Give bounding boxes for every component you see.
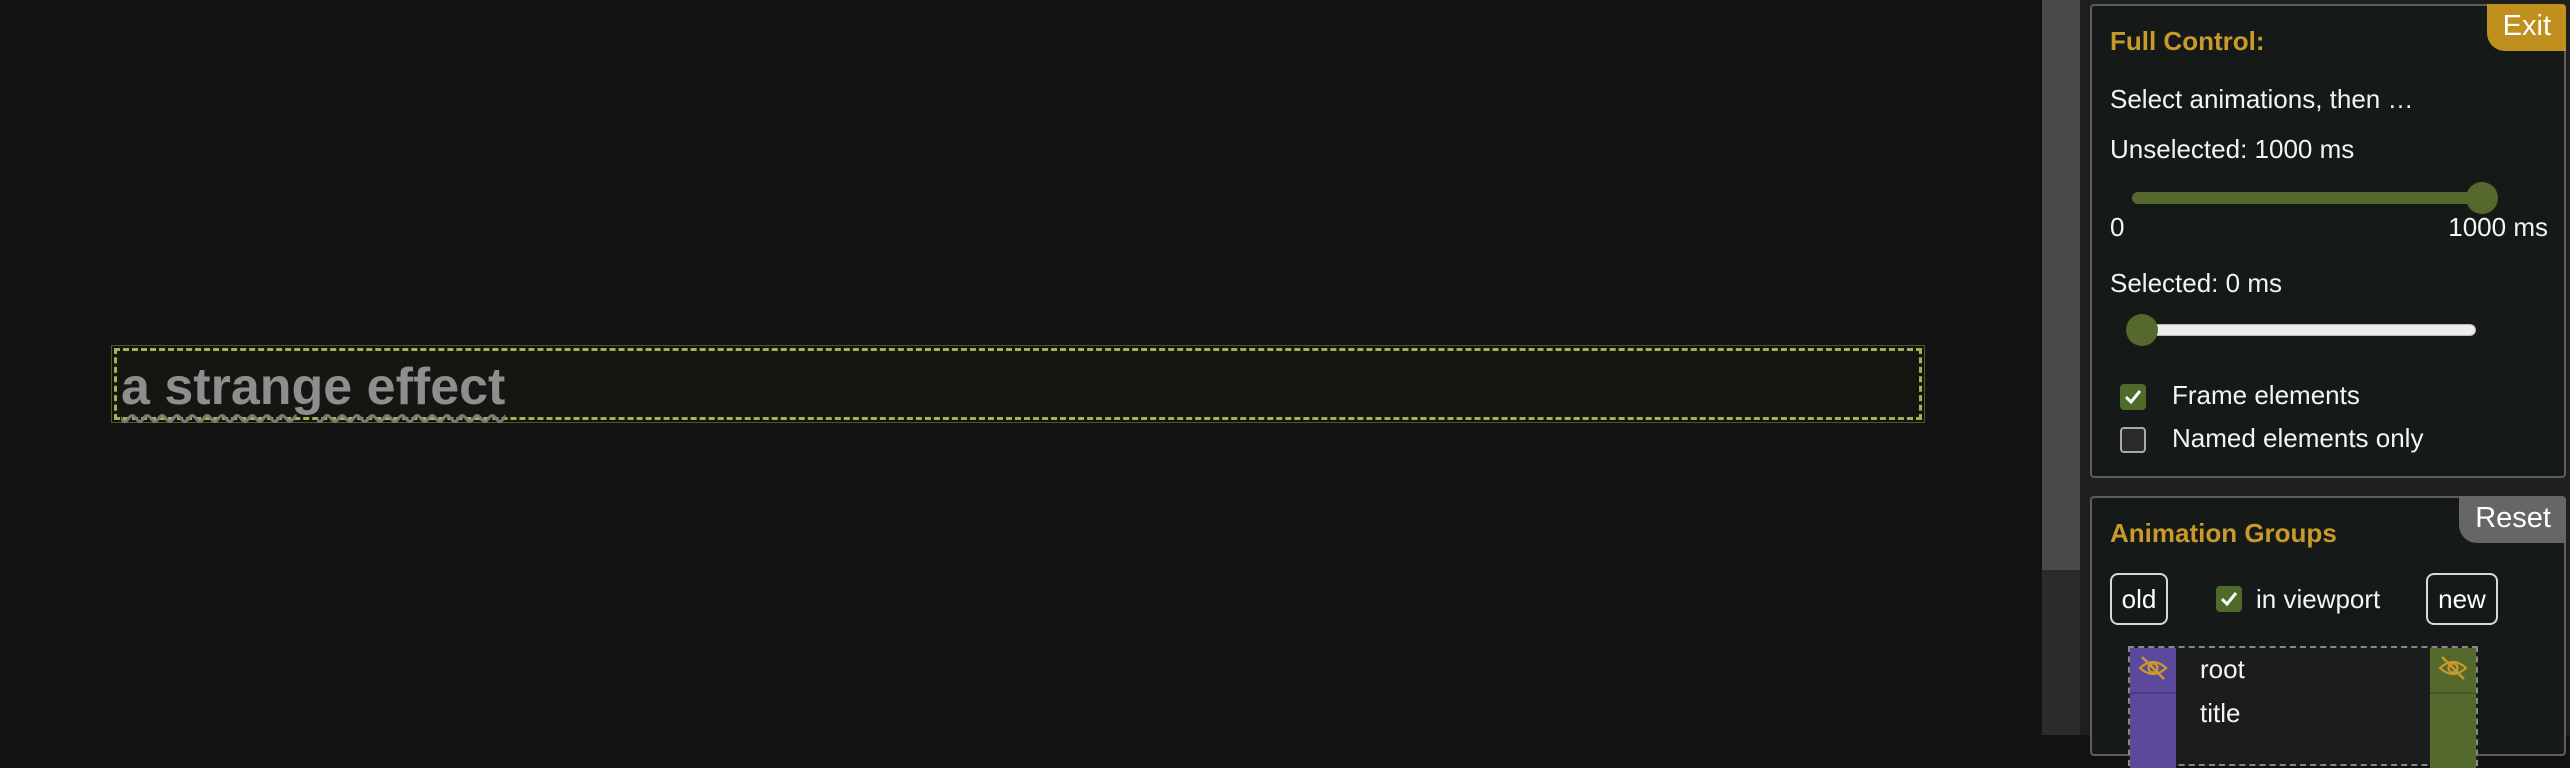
unselected-slider-thumb[interactable] <box>2466 182 2498 214</box>
new-button[interactable]: new <box>2426 573 2498 625</box>
row-divider <box>2130 692 2176 694</box>
selected-slider-thumb[interactable] <box>2126 314 2158 346</box>
headline-frame: a strange effect <box>111 345 1925 423</box>
new-visibility-column <box>2430 648 2476 768</box>
old-visibility-column <box>2130 648 2176 768</box>
row-divider <box>2430 692 2476 694</box>
scrollbar-thumb[interactable] <box>2042 0 2080 570</box>
animation-groups-title: Animation Groups <box>2110 518 2337 548</box>
frame-elements-label: Frame elements <box>2172 380 2360 410</box>
group-item-root[interactable]: root <box>2200 654 2245 685</box>
full-control-title: Full Control: <box>2110 26 2265 56</box>
group-item-title[interactable]: title <box>2200 698 2240 729</box>
eye-hidden-icon[interactable] <box>2437 654 2469 682</box>
frame-elements-checkbox[interactable] <box>2120 384 2146 410</box>
in-viewport-label: in viewport <box>2256 584 2381 614</box>
in-viewport-checkbox[interactable] <box>2216 586 2242 612</box>
page-scrollbar[interactable] <box>2042 0 2080 735</box>
unselected-duration-label: Unselected: 1000 ms <box>2110 134 2355 164</box>
old-button[interactable]: old <box>2110 573 2168 625</box>
selected-duration-label: Selected: 0 ms <box>2110 268 2282 298</box>
exit-button[interactable]: Exit <box>2486 4 2566 51</box>
full-control-card: Full Control: Exit Select animations, th… <box>2090 4 2566 478</box>
instruction-text: Select animations, then … <box>2110 84 2414 114</box>
slider-max-label: 1000 ms <box>2448 212 2548 242</box>
named-elements-only-checkbox[interactable] <box>2120 427 2146 453</box>
reset-button[interactable]: Reset <box>2459 496 2566 543</box>
headline-text: a strange effect <box>121 358 506 416</box>
checkmark-icon <box>2124 390 2142 405</box>
checkmark-icon <box>2220 592 2238 607</box>
eye-hidden-icon[interactable] <box>2137 654 2169 682</box>
selected-duration-slider[interactable] <box>2132 324 2476 336</box>
slider-min-label: 0 <box>2110 212 2125 242</box>
preview-stage: a strange effect <box>0 0 2042 735</box>
unselected-duration-slider[interactable] <box>2132 192 2476 204</box>
named-elements-only-label: Named elements only <box>2172 423 2424 453</box>
animation-group-list: root title <box>2128 646 2478 768</box>
devtools-panel: Full Control: Exit Select animations, th… <box>2080 0 2570 768</box>
animation-groups-card: Animation Groups Reset old in viewport n… <box>2090 496 2566 768</box>
